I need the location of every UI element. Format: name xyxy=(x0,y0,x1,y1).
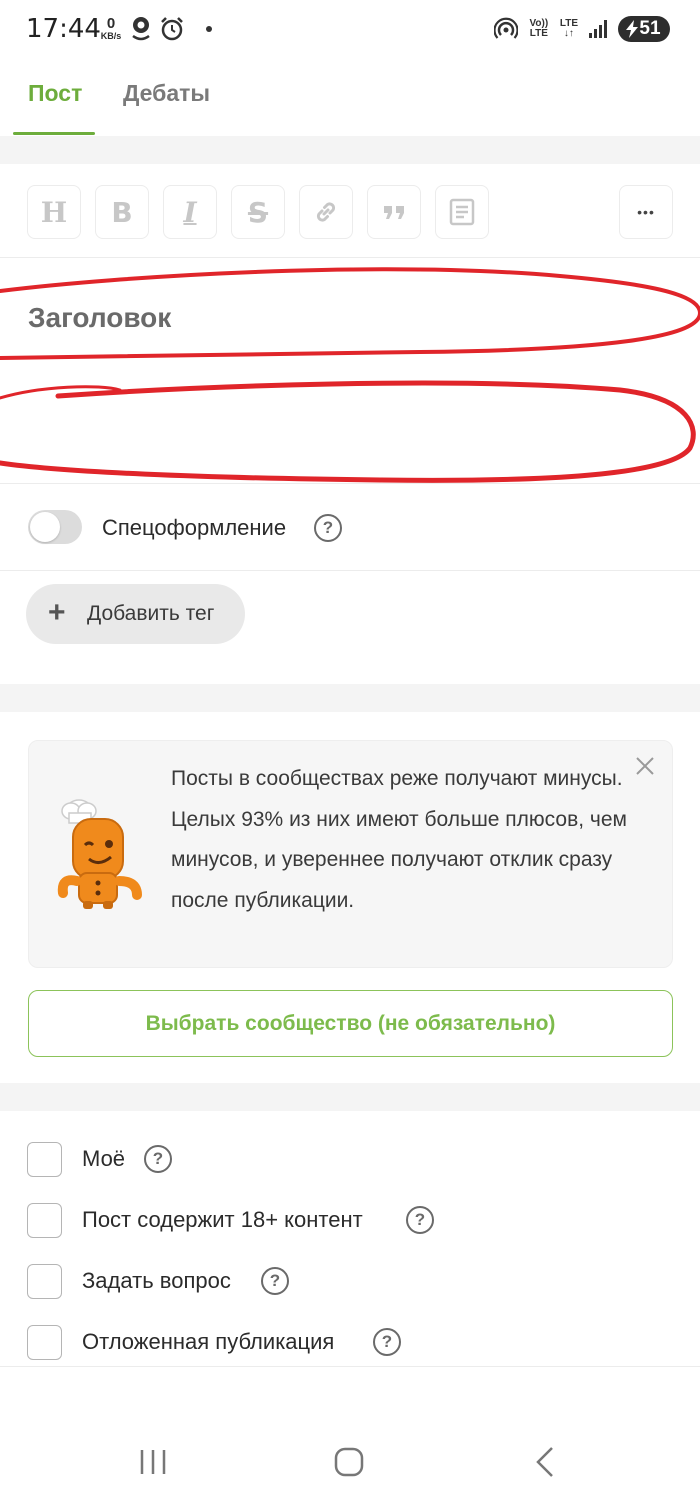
tab-post[interactable]: Пост xyxy=(28,80,82,107)
quote-button[interactable] xyxy=(367,185,421,239)
battery-indicator: 51 xyxy=(618,16,670,42)
option-row-adult: Пост содержит 18+ контент ? xyxy=(0,1203,700,1253)
bold-icon: B xyxy=(111,195,133,229)
section-divider xyxy=(0,1083,700,1111)
mine-label: Моё xyxy=(82,1146,126,1171)
option-row-scheduled: Отложенная публикация ? xyxy=(0,1325,700,1375)
option-row-mine: Моё ? xyxy=(0,1142,700,1192)
tab-bar: Пост Дебаты xyxy=(0,62,700,136)
strikethrough-button[interactable]: S xyxy=(231,185,285,239)
network-speed-unit: KB/s xyxy=(100,31,122,41)
status-bar: 17:44 0 KB/s Vo)) LTE LTE ↓↑ 51 xyxy=(0,0,700,62)
charging-icon xyxy=(626,20,638,38)
battery-level: 51 xyxy=(639,18,661,39)
italic-button[interactable]: I xyxy=(163,185,217,239)
back-button[interactable] xyxy=(534,1446,556,1478)
special-format-toggle[interactable] xyxy=(28,510,82,544)
strikethrough-icon: S xyxy=(247,195,269,229)
bold-button[interactable]: B xyxy=(95,185,149,239)
add-tag-button[interactable]: + Добавить тег xyxy=(26,584,245,644)
recent-apps-button[interactable] xyxy=(138,1448,168,1476)
system-nav-bar xyxy=(0,1420,700,1501)
document-icon xyxy=(449,198,475,226)
network-speed: 0 KB/s xyxy=(97,16,125,41)
lte-indicator: LTE ↓↑ xyxy=(559,18,578,39)
community-info-card: Посты в сообществах реже получают минусы… xyxy=(28,740,673,968)
quote-icon xyxy=(384,206,404,219)
help-icon[interactable]: ? xyxy=(314,514,342,542)
section-divider xyxy=(0,136,700,164)
tab-debates[interactable]: Дебаты xyxy=(123,80,210,107)
scheduled-label: Отложенная публикация xyxy=(82,1329,335,1354)
heading-icon: H xyxy=(40,195,68,229)
mine-checkbox[interactable] xyxy=(27,1142,62,1177)
question-checkbox[interactable] xyxy=(27,1264,62,1299)
active-tab-indicator xyxy=(13,132,95,135)
signal-icon xyxy=(589,20,607,38)
choose-community-button[interactable]: Выбрать сообщество (не обязательно) xyxy=(28,990,673,1057)
help-icon[interactable]: ? xyxy=(373,1328,401,1356)
alarm-icon xyxy=(161,17,183,41)
text-block-button[interactable] xyxy=(435,185,489,239)
adult-content-checkbox[interactable] xyxy=(27,1203,62,1238)
post-editor: Заголовок xyxy=(0,258,700,484)
add-tag-label: Добавить тег xyxy=(87,602,215,625)
close-icon[interactable] xyxy=(634,755,656,777)
notification-dot xyxy=(206,26,212,32)
red-annotation-scribble xyxy=(0,267,700,483)
link-icon xyxy=(316,202,336,222)
section-divider xyxy=(0,684,700,712)
more-icon: ••• xyxy=(637,204,655,220)
formatting-toolbar: H B I S ••• xyxy=(0,164,700,258)
more-options-button[interactable]: ••• xyxy=(619,185,673,239)
home-button[interactable] xyxy=(334,1447,364,1477)
scheduled-checkbox[interactable] xyxy=(27,1325,62,1360)
status-time: 17:44 xyxy=(26,14,101,44)
help-icon[interactable]: ? xyxy=(406,1206,434,1234)
italic-icon: I xyxy=(183,195,197,229)
community-info-text: Посты в сообществах реже получают минусы… xyxy=(171,767,627,912)
special-format-row: Спецоформление ? xyxy=(0,485,700,571)
special-format-label: Спецоформление xyxy=(102,515,287,540)
divider xyxy=(0,1366,700,1367)
heading-button[interactable]: H xyxy=(27,185,81,239)
help-icon[interactable]: ? xyxy=(144,1145,172,1173)
link-button[interactable] xyxy=(299,185,353,239)
plus-icon: + xyxy=(48,596,66,629)
volte-indicator: Vo)) LTE xyxy=(529,18,549,39)
hotspot-icon xyxy=(493,17,518,39)
help-icon[interactable]: ? xyxy=(261,1267,289,1295)
adult-content-label: Пост содержит 18+ контент xyxy=(82,1207,363,1232)
network-speed-value: 0 xyxy=(106,15,116,32)
option-row-question: Задать вопрос ? xyxy=(0,1264,700,1314)
location-icon xyxy=(132,17,150,41)
question-label: Задать вопрос xyxy=(82,1268,231,1293)
toggle-knob xyxy=(30,512,60,542)
mascot-illustration xyxy=(57,799,142,909)
